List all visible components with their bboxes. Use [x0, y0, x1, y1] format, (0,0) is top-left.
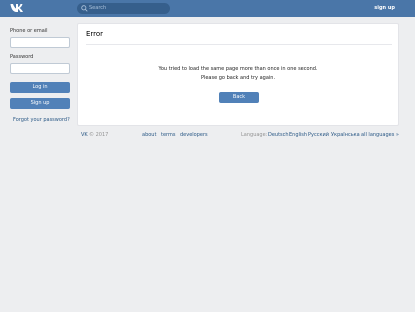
lang-ukrainian[interactable]: Українська — [331, 132, 360, 138]
phone-email-field[interactable] — [10, 37, 70, 48]
footer-brand[interactable]: VK — [81, 132, 88, 138]
error-card: Error You tried to load the same page mo… — [77, 23, 399, 126]
lang-deutsch[interactable]: Deutsch — [268, 132, 289, 138]
search-placeholder: Search — [89, 5, 107, 11]
footer-year: © 2017 — [89, 132, 109, 138]
lang-russian[interactable]: Русский — [308, 132, 329, 138]
top-bar: Search sign up — [0, 0, 415, 17]
error-title: Error — [86, 30, 104, 38]
lang-english[interactable]: English — [289, 132, 307, 138]
forgot-password-link[interactable]: Forgot your password? — [13, 117, 70, 123]
search-icon — [81, 5, 88, 12]
vk-logo[interactable] — [10, 3, 24, 13]
password-field[interactable] — [10, 63, 70, 74]
footer-link-about[interactable]: about — [142, 132, 156, 138]
login-button[interactable]: Log in — [10, 82, 70, 93]
footer-link-developers[interactable]: developers — [180, 132, 208, 138]
signup-button[interactable]: Sign up — [10, 98, 70, 109]
error-message-line-1: You tried to load the same page more tha… — [158, 66, 318, 72]
footer-language-label: Language: — [241, 132, 268, 138]
header-signup-link[interactable]: sign up — [374, 5, 395, 12]
lang-all-languages[interactable]: all languages » — [361, 132, 399, 138]
footer-link-terms[interactable]: terms — [161, 132, 175, 138]
back-button[interactable]: Back — [219, 92, 259, 103]
error-message-line-2: Please go back and try again. — [200, 75, 276, 81]
phone-email-label: Phone or email — [10, 28, 48, 34]
password-label: Password — [10, 54, 34, 60]
divider — [86, 44, 392, 45]
search-input[interactable]: Search — [77, 3, 170, 14]
